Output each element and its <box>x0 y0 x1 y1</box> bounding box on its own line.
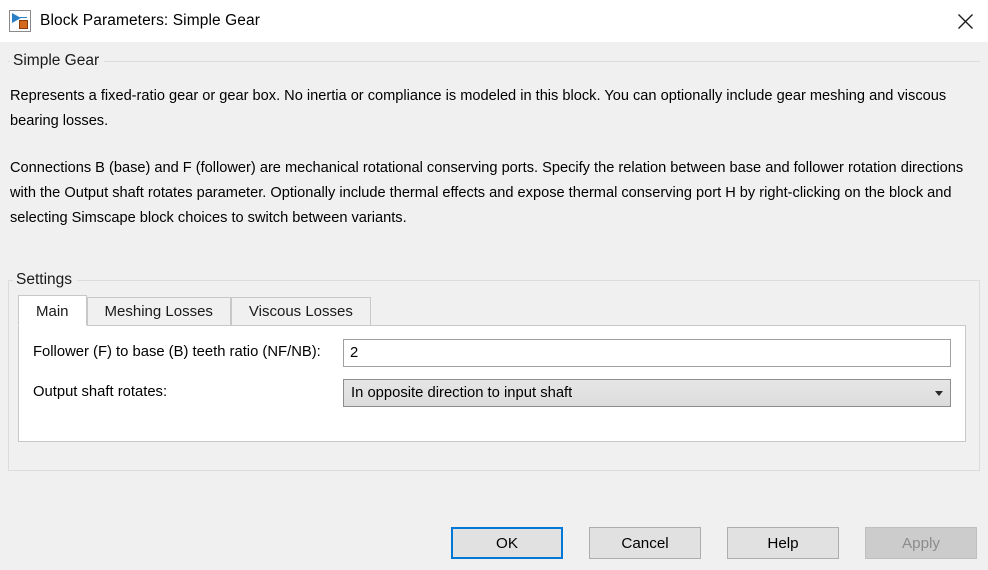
chevron-down-icon <box>935 391 943 396</box>
output-shaft-rotates-control: In opposite direction to input shaft <box>343 379 951 407</box>
description-group-label: Simple Gear <box>10 51 105 71</box>
cancel-button[interactable]: Cancel <box>589 527 701 559</box>
output-shaft-rotates-label: Output shaft rotates: <box>33 384 168 400</box>
field-row-output-shaft-rotates: Output shaft rotates: In opposite direct… <box>19 379 965 407</box>
help-button[interactable]: Help <box>727 527 839 559</box>
window-title: Block Parameters: Simple Gear <box>40 12 260 29</box>
output-shaft-rotates-dropdown[interactable]: In opposite direction to input shaft <box>343 379 951 407</box>
tab-meshing-losses[interactable]: Meshing Losses <box>86 297 231 325</box>
title-bar: Block Parameters: Simple Gear <box>0 0 988 42</box>
block-parameters-dialog: Block Parameters: Simple Gear Simple Gea… <box>0 0 988 570</box>
output-shaft-rotates-value: In opposite direction to input shaft <box>351 385 573 401</box>
teeth-ratio-control <box>343 339 951 367</box>
field-row-teeth-ratio: Follower (F) to base (B) teeth ratio (NF… <box>19 339 965 367</box>
settings-group: Settings Main Meshing Losses Viscous Los… <box>8 270 980 471</box>
settings-group-label: Settings <box>13 270 78 290</box>
description-paragraph: Connections B (base) and F (follower) ar… <box>10 160 964 226</box>
dialog-body: Simple Gear Represents a fixed-ratio gea… <box>0 42 988 570</box>
description-paragraph: Represents a fixed-ratio gear or gear bo… <box>10 88 947 129</box>
simulink-block-icon <box>9 10 31 32</box>
teeth-ratio-input[interactable] <box>343 339 951 367</box>
apply-button[interactable]: Apply <box>865 527 977 559</box>
settings-tabs: Main Meshing Losses Viscous Losses <box>18 294 979 326</box>
description-text: Represents a fixed-ratio gear or gear bo… <box>8 62 980 231</box>
dialog-button-bar: OK Cancel Help Apply <box>0 516 988 570</box>
tab-panel-main: Follower (F) to base (B) teeth ratio (NF… <box>18 325 966 442</box>
tab-viscous-losses[interactable]: Viscous Losses <box>230 297 371 325</box>
description-group: Simple Gear Represents a fixed-ratio gea… <box>8 51 980 255</box>
teeth-ratio-label: Follower (F) to base (B) teeth ratio (NF… <box>33 344 321 360</box>
close-icon[interactable] <box>942 0 988 42</box>
tab-main[interactable]: Main <box>18 295 87 326</box>
ok-button[interactable]: OK <box>451 527 563 559</box>
